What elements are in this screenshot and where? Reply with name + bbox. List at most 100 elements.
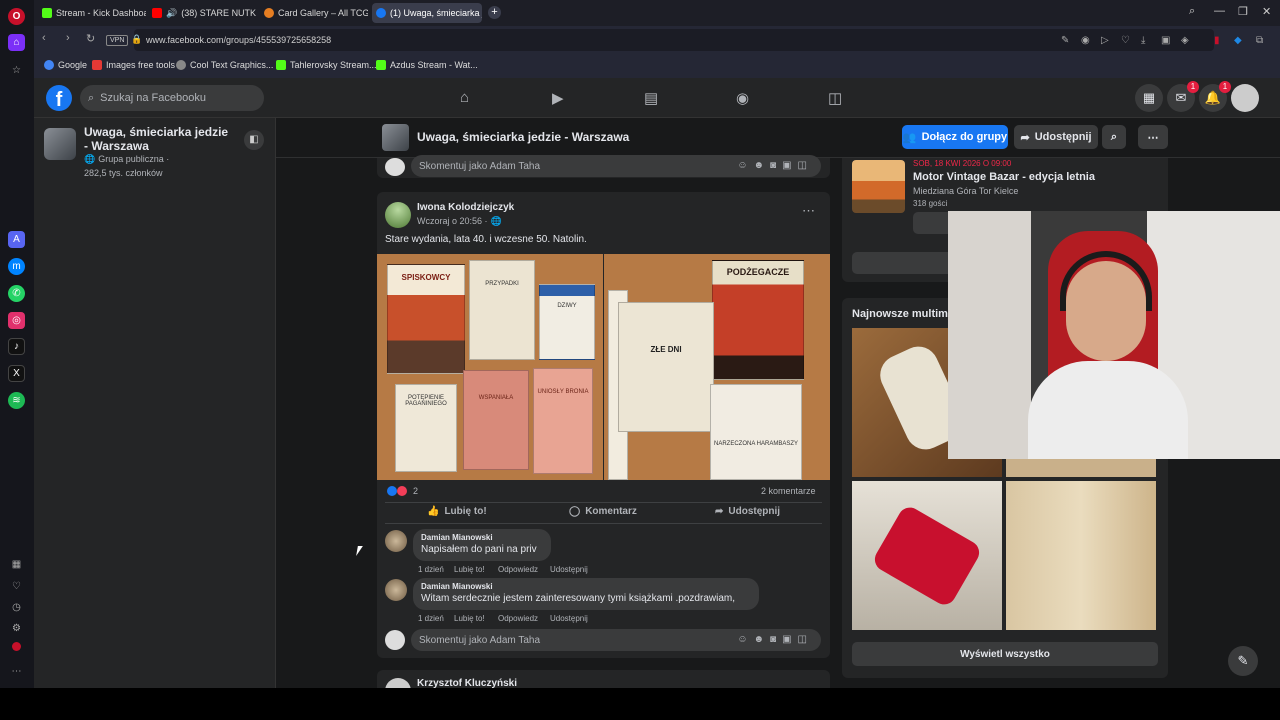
x-icon[interactable]: X [8, 365, 25, 382]
extensions-menu-icon[interactable]: ⧉ [1256, 35, 1263, 46]
play-icon[interactable]: ▷ [1101, 35, 1109, 46]
post-time[interactable]: Wczoraj o 20:56 · [417, 216, 488, 227]
speaker-icon: 🔊 [166, 7, 178, 18]
comment-reply[interactable]: Odpowiedz [498, 565, 538, 574]
home-icon[interactable]: ⌂ [8, 34, 25, 51]
notifications-button[interactable]: 🔔 1 [1199, 81, 1231, 112]
wallet-icon[interactable]: ◈ [1181, 35, 1189, 46]
post-photo-2[interactable]: PODŻEGACZE ZŁE DNI NARZECZONA HARAMBASZY [604, 254, 830, 480]
show-all-media-button[interactable]: Wyświetl wszystko [852, 642, 1158, 666]
tab-card-gallery[interactable]: Card Gallery – All TCG Set... [260, 3, 368, 23]
join-group-button[interactable]: 👥 Dołącz do grupy [902, 125, 1008, 149]
home-nav-icon[interactable]: ⌂ [460, 89, 469, 106]
minimize-button[interactable]: — [1214, 5, 1225, 17]
bookmark-tahlerovsky[interactable]: Tahlerovsky Stream... [276, 60, 377, 70]
event-title[interactable]: Motor Vintage Bazar - edycja letnia [913, 171, 1095, 183]
like-button[interactable]: 👍 Lubię to! [427, 506, 487, 517]
apps-icon[interactable]: ▦ [8, 556, 25, 573]
group-more-button[interactable]: ⋯ [1138, 125, 1168, 149]
comment-share[interactable]: Udostępnij [550, 614, 588, 623]
bookmark-images[interactable]: Images free tools [92, 60, 175, 70]
comments-count[interactable]: 2 komentarze [761, 486, 816, 496]
spotify-icon[interactable]: ≋ [8, 392, 25, 409]
comment-author[interactable]: Damian Mianowski [421, 533, 543, 542]
extension-icon[interactable]: ▮ [1214, 35, 1220, 46]
reaction-count[interactable]: 2 [413, 486, 418, 496]
new-tab-button[interactable]: + [488, 6, 501, 19]
post-options-icon[interactable]: ⋯ [802, 203, 815, 219]
messenger-button[interactable]: ✉ 1 [1167, 81, 1199, 112]
comment-share[interactable]: Udostępnij [550, 565, 588, 574]
comment-reply[interactable]: Odpowiedz [498, 614, 538, 623]
event-thumbnail[interactable] [852, 160, 905, 213]
media-tile[interactable] [852, 481, 1002, 630]
bookmark-cooltext[interactable]: Cool Text Graphics... [176, 60, 273, 70]
star-icon[interactable]: ☆ [8, 62, 25, 79]
comment-time[interactable]: 1 dzień [418, 565, 444, 574]
back-icon[interactable]: ‹ [42, 32, 46, 44]
comment-time[interactable]: 1 dzień [418, 614, 444, 623]
commenter-avatar[interactable] [385, 530, 407, 552]
tiktok-icon[interactable]: ♪ [8, 338, 25, 355]
history-icon[interactable]: ◷ [8, 599, 25, 616]
menu-grid-icon[interactable]: ▦ [1135, 84, 1163, 112]
commenter-avatar[interactable] [385, 579, 407, 601]
tab-youtube[interactable]: 🔊(38) STARE NUTKI W ... [148, 3, 256, 23]
close-window-button[interactable]: ✕ [1262, 5, 1271, 18]
edit-icon[interactable]: ✎ [1061, 35, 1069, 46]
vpn-badge[interactable]: VPN [106, 35, 129, 46]
marketplace-nav-icon[interactable]: ▤ [644, 89, 658, 107]
search-input[interactable]: ⌕ Szukaj na Facebooku [80, 85, 264, 111]
bookmark-heart-icon[interactable]: ♡ [1121, 35, 1130, 46]
more-icon[interactable]: ⋯ [8, 663, 25, 680]
url-input[interactable]: www.facebook.com/groups/455539725658258 [146, 35, 331, 45]
maximize-button[interactable]: ❐ [1238, 5, 1248, 18]
tab-kick[interactable]: Stream - Kick Dashboard [38, 3, 146, 23]
profile-avatar[interactable] [1231, 84, 1259, 112]
post-photo-1[interactable]: SPISKOWCY PRZYPADKI DZIWY POTĘPIENIE PAG… [377, 254, 603, 480]
heart-icon[interactable]: ♡ [8, 578, 25, 595]
comment-author[interactable]: Damian Mianowski [421, 582, 751, 591]
bookmark-azdus[interactable]: Azdus Stream - Wat... [376, 60, 478, 70]
whatsapp-icon[interactable]: ✆ [8, 285, 25, 302]
comment-like[interactable]: Lubię to! [454, 614, 485, 623]
video-nav-icon[interactable]: ▶ [552, 89, 564, 107]
camera-icon[interactable]: ◉ [1081, 35, 1090, 46]
snapshot-icon[interactable]: ▣ [1161, 35, 1170, 46]
post-author[interactable]: Iwona Kolodziejczyk [417, 202, 514, 213]
aria-icon[interactable]: A [8, 231, 25, 248]
messenger-sidebar-icon[interactable]: m [8, 258, 25, 275]
group-name[interactable]: Uwaga, śmieciarka jedzie - Warszawa [84, 125, 234, 153]
record-icon[interactable] [12, 642, 21, 651]
comment-input[interactable]: Skomentuj jako Adam Taha ☺☻◙▣◫ [411, 629, 821, 651]
lock-icon[interactable]: 🔒 [131, 34, 142, 45]
new-message-button[interactable]: ✎ [1228, 646, 1258, 676]
opera-logo-icon[interactable]: O [8, 8, 25, 25]
comment-icon: ◯ [569, 506, 581, 517]
comment-input[interactable]: Skomentuj jako Adam Taha ☺☻◙▣◫ [411, 155, 821, 177]
group-thumbnail[interactable] [44, 128, 76, 160]
author-avatar[interactable] [385, 202, 411, 228]
share-group-button[interactable]: ➦ Udostępnij [1014, 125, 1098, 149]
settings-icon[interactable]: ⚙ [8, 620, 25, 637]
reload-icon[interactable]: ↻ [86, 32, 95, 45]
search-tabs-icon[interactable]: ⌕ [1189, 5, 1195, 18]
globe-icon: 🌐 [84, 154, 96, 164]
group-header-thumbnail[interactable] [382, 124, 409, 151]
gaming-nav-icon[interactable]: ◫ [828, 89, 842, 107]
group-search-button[interactable]: ⌕ [1102, 125, 1126, 149]
tab-facebook[interactable]: (1) Uwaga, śmieciarka jedz... [372, 3, 482, 23]
comment-button[interactable]: ◯ Komentarz [569, 506, 637, 517]
extension-2-icon[interactable]: ◆ [1234, 35, 1242, 46]
bookmark-google[interactable]: Google [44, 60, 87, 70]
media-tile[interactable] [1006, 481, 1156, 630]
facebook-logo[interactable]: f [46, 85, 72, 111]
collapse-panel-icon[interactable]: ◧ [244, 130, 264, 150]
instagram-icon[interactable]: ◎ [8, 312, 25, 329]
share-button[interactable]: ➦ Udostępnij [715, 506, 780, 517]
download-icon[interactable]: ⤓ [1141, 35, 1145, 46]
comment-like[interactable]: Lubię to! [454, 565, 485, 574]
group-header-title[interactable]: Uwaga, śmieciarka jedzie - Warszawa [417, 130, 629, 144]
groups-nav-icon[interactable]: ◉ [736, 89, 749, 107]
forward-icon[interactable]: › [66, 32, 70, 44]
